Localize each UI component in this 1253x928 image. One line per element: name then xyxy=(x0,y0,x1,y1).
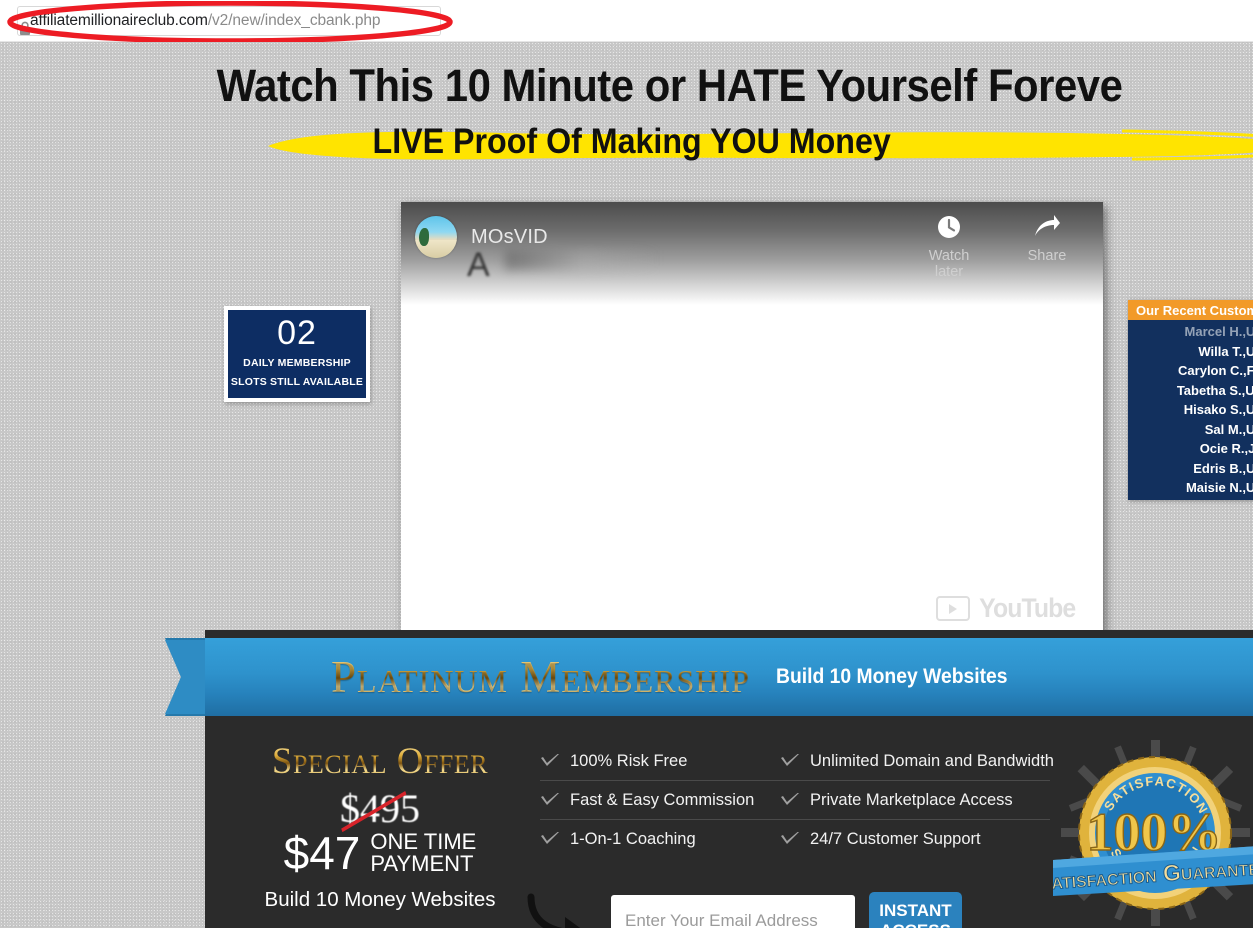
features-list: 100% Risk Free Unlimited Domain and Band… xyxy=(540,742,1054,858)
cta-line-1: INSTANT xyxy=(879,900,952,920)
list-item: Ocie R.,JP xyxy=(1199,441,1253,456)
check-icon xyxy=(780,832,800,846)
cta-line-2: ACCESS xyxy=(880,921,951,928)
check-icon xyxy=(780,754,800,768)
price-strikethrough xyxy=(341,791,407,833)
old-price-wrap: $495 xyxy=(340,785,420,833)
scarcity-label-2: SLOTS STILL AVAILABLE xyxy=(230,376,364,388)
list-item: Willa T.,US xyxy=(1198,343,1253,359)
video-overlay-text: A xyxy=(467,246,490,284)
feature-label: Unlimited Domain and Bandwidth xyxy=(810,751,1054,770)
curved-arrow-icon xyxy=(527,893,581,928)
headline-line-1: Watch This 10 Minute or HATE Yourself Fo… xyxy=(216,60,1123,111)
recent-customers-title: Our Recent Customers xyxy=(1128,300,1253,320)
price-row: $47 ONE TIME PAYMENT xyxy=(235,830,525,876)
scarcity-box: 02 DAILY MEMBERSHIP SLOTS STILL AVAILABL… xyxy=(224,306,370,402)
feature-label: 100% Risk Free xyxy=(570,751,688,770)
special-offer-title: Special Offer xyxy=(235,740,525,783)
check-icon xyxy=(540,793,560,807)
list-item: Sal M.,US xyxy=(1204,421,1253,437)
feature-item: 24/7 Customer Support xyxy=(780,830,1050,849)
feature-row: 1-On-1 Coaching 24/7 Customer Support xyxy=(540,820,1050,858)
feature-item: Private Marketplace Access xyxy=(780,791,1050,810)
watch-later-button[interactable]: Watch later xyxy=(917,214,981,280)
payment-terms: ONE TIME PAYMENT xyxy=(370,831,476,875)
video-overlay-blur xyxy=(505,250,660,270)
share-label: Share xyxy=(1027,248,1067,264)
feature-item: 100% Risk Free xyxy=(540,752,780,771)
lock-icon xyxy=(19,21,31,36)
list-item: Tabetha S.,UK xyxy=(1176,382,1253,398)
list-item: Edris B.,US xyxy=(1193,460,1253,476)
list-item: Marcel H.,US xyxy=(1184,324,1253,339)
video-actions: Watch later Share xyxy=(917,214,1079,280)
check-icon xyxy=(780,793,800,807)
list-item: Hisako S.,US xyxy=(1183,402,1253,417)
headline-line-2-wrap: LIVE Proof Of Making YOU Money xyxy=(267,122,1253,162)
offer-build-line: Build 10 Money Websites xyxy=(264,888,496,911)
recent-customers-widget: Our Recent Customers Marcel H.,US Willa … xyxy=(1128,300,1253,500)
recent-customers-list: Marcel H.,US Willa T.,US Carylon C.,FR T… xyxy=(1128,320,1253,500)
feature-label: Fast & Easy Commission xyxy=(570,790,755,809)
clock-icon xyxy=(917,214,981,248)
page-viewport: Watch This 10 Minute or HATE Yourself Fo… xyxy=(0,42,1253,928)
payment-terms-line-2: PAYMENT xyxy=(370,851,474,876)
check-icon xyxy=(540,832,560,846)
optin-row: INSTANT ACCESS xyxy=(527,892,962,928)
list-item: Carylon C.,FR xyxy=(1178,363,1253,378)
satisfaction-guarantee-badge: SATISFACTION GUARANTEE SATISFACTION GUAR… xyxy=(1053,738,1253,926)
scarcity-label-1: DAILY MEMBERSHIP xyxy=(243,357,351,369)
url-path: /v2/new/index_cbank.php xyxy=(207,12,381,29)
youtube-play-icon xyxy=(935,596,970,621)
check-icon xyxy=(540,754,560,768)
feature-row: 100% Risk Free Unlimited Domain and Band… xyxy=(540,742,1054,781)
share-button[interactable]: Share xyxy=(1015,214,1079,280)
instant-access-button[interactable]: INSTANT ACCESS xyxy=(869,892,962,928)
url-text: affiliatemillionaireclub.com/v2/new/inde… xyxy=(30,12,381,30)
url-domain: affiliatemillionaireclub.com xyxy=(30,12,208,29)
url-bar[interactable]: affiliatemillionaireclub.com/v2/new/inde… xyxy=(17,6,441,36)
channel-avatar-icon[interactable] xyxy=(415,216,457,258)
share-arrow-icon xyxy=(1015,214,1079,248)
video-player[interactable]: MOsVID Watch later Share A YouTube xyxy=(401,202,1103,642)
offer-section: Platinum Membership Build 10 Money Websi… xyxy=(165,630,1253,928)
watch-later-label: Watch later xyxy=(928,248,970,280)
youtube-wordmark: YouTube xyxy=(978,593,1076,623)
platinum-title: Platinum Membership xyxy=(331,652,750,702)
feature-item: 1-On-1 Coaching xyxy=(540,830,780,849)
offer-price-column: Special Offer $495 $47 ONE TIME PAYMENT … xyxy=(235,740,525,912)
feature-label: Private Marketplace Access xyxy=(810,790,1013,809)
feature-row: Fast & Easy Commission Private Marketpla… xyxy=(540,781,1050,820)
headline-block: Watch This 10 Minute or HATE Yourself Fo… xyxy=(0,60,1253,162)
scarcity-count: 02 xyxy=(277,314,317,352)
feature-label: 1-On-1 Coaching xyxy=(570,829,696,848)
platinum-subtitle: Build 10 Money Websites xyxy=(775,665,1008,688)
list-item: Cleora A.,US xyxy=(1128,498,1253,501)
platinum-banner: Platinum Membership Build 10 Money Websi… xyxy=(205,638,1253,716)
ribbon-tail xyxy=(165,638,207,716)
feature-item: Fast & Easy Commission xyxy=(540,791,780,810)
browser-chrome: affiliatemillionaireclub.com/v2/new/inde… xyxy=(0,0,1253,44)
feature-label: 24/7 Customer Support xyxy=(810,829,981,848)
feature-item: Unlimited Domain and Bandwidth xyxy=(780,752,1054,771)
headline-line-2: LIVE Proof Of Making YOU Money xyxy=(372,122,891,161)
youtube-watermark[interactable]: YouTube xyxy=(935,593,1079,624)
new-price: $47 xyxy=(283,827,361,879)
list-item: Maisie N.,US xyxy=(1185,480,1253,495)
email-field[interactable] xyxy=(611,894,855,928)
